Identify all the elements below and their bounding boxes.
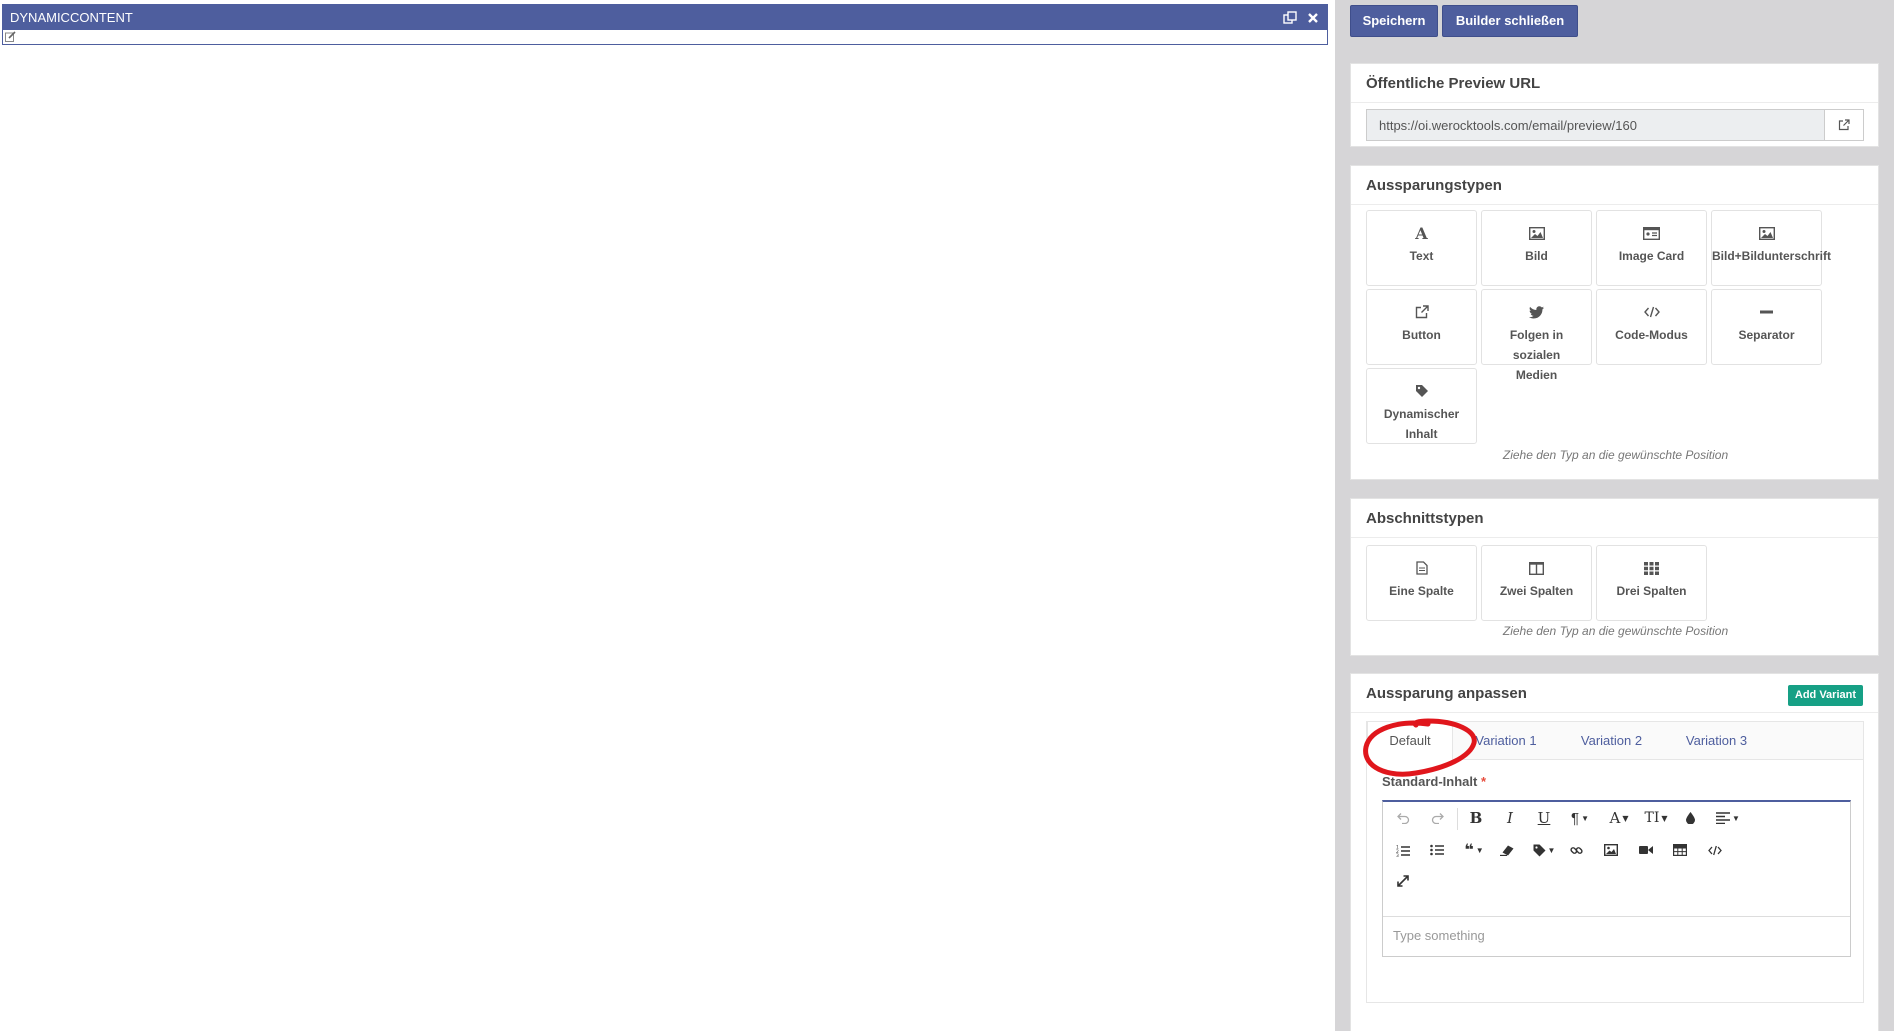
underline-icon[interactable]: U (1529, 803, 1559, 833)
slot-type-code-mode[interactable]: Code-Modus (1596, 289, 1707, 365)
preview-url-panel: Öffentliche Preview URL (1350, 63, 1879, 147)
tile-label: Button (1402, 328, 1441, 342)
tile-label: Bild+Bildunterschrift (1712, 249, 1832, 263)
link-icon[interactable] (1561, 835, 1591, 865)
ordered-list-icon[interactable]: 123 (1388, 835, 1418, 865)
slot-type-image[interactable]: Bild (1481, 210, 1592, 286)
tile-label: Dynamischer Inhalt (1383, 407, 1460, 441)
highlight-drop-icon[interactable] (1675, 803, 1705, 833)
minus-icon (1712, 303, 1821, 321)
tab-bar: Default Variation 1 Variation 2 Variatio… (1367, 722, 1863, 761)
columns-icon (1482, 559, 1591, 577)
text-size-icon[interactable]: TI ▼ (1641, 803, 1671, 833)
dynamic-content-body (3, 30, 1327, 44)
tile-label: Separator (1738, 328, 1795, 342)
drag-hint: Ziehe den Typ an die gewünschte Position (1502, 624, 1729, 638)
panel-title: Abschnittstypen (1351, 499, 1878, 538)
twitter-icon (1482, 303, 1591, 321)
drag-hint: Ziehe den Typ an die gewünschte Position (1502, 448, 1729, 462)
email-canvas: DYNAMICCONTENT (0, 0, 1335, 1031)
undo-icon[interactable] (1388, 803, 1418, 833)
slot-type-separator[interactable]: Separator (1711, 289, 1822, 365)
tag-icon (1367, 382, 1476, 400)
quote-icon[interactable]: ❝ ▼ (1459, 835, 1489, 865)
editor-content[interactable]: Type something (1383, 917, 1850, 956)
section-types-panel: Abschnittstypen Eine Spalte Zwei Spalten… (1350, 498, 1879, 656)
preview-url-input[interactable] (1366, 109, 1825, 141)
code-icon (1597, 303, 1706, 321)
field-label-text: Standard-Inhalt (1382, 774, 1478, 789)
add-variant-button[interactable]: Add Variant (1787, 685, 1863, 706)
panel-title: Öffentliche Preview URL (1351, 64, 1878, 103)
bold-icon[interactable]: B (1461, 803, 1491, 833)
panel-title: Aussparungstypen (1351, 166, 1878, 205)
image-icon[interactable] (1596, 835, 1626, 865)
variant-tabs: Default Variation 1 Variation 2 Variatio… (1366, 721, 1864, 1003)
close-builder-button[interactable]: Builder schließen (1442, 5, 1578, 37)
url-row (1366, 109, 1864, 141)
tile-label: Text (1409, 249, 1434, 263)
file-icon (1367, 559, 1476, 577)
tab-variation-1[interactable]: Variation 1 (1453, 722, 1559, 759)
tile-label: Code-Modus (1615, 328, 1688, 342)
panel-title-text: Aussparung anpassen (1366, 685, 1527, 702)
unordered-list-icon[interactable] (1422, 835, 1452, 865)
close-icon[interactable] (1307, 12, 1319, 24)
align-icon[interactable]: ▼ (1713, 803, 1743, 833)
tile-label: Eine Spalte (1389, 584, 1454, 598)
rich-text-editor: B I U ¶ ▼ A ▼ TI ▼ ▼ 123 ❝ ▼ ▼ Type some… (1382, 800, 1851, 957)
eraser-icon[interactable] (1492, 835, 1522, 865)
slot-type-image-card[interactable]: Image Card (1596, 210, 1707, 286)
slot-types-panel: Aussparungstypen A Text Bild Image Card … (1350, 165, 1879, 480)
image-icon (1712, 224, 1821, 242)
dynamic-content-block[interactable]: DYNAMICCONTENT (2, 4, 1328, 45)
block-title: DYNAMICCONTENT (10, 10, 133, 25)
italic-icon[interactable]: I (1495, 803, 1525, 833)
tab-variation-3[interactable]: Variation 3 (1664, 722, 1769, 759)
tile-label: Folgen in sozialen Medien (1509, 328, 1564, 382)
clone-icon[interactable] (1283, 10, 1297, 25)
panel-title: Aussparung anpassen Add Variant (1351, 674, 1878, 713)
id-card-icon (1597, 224, 1706, 242)
image-icon (1482, 224, 1591, 242)
section-type-three-columns[interactable]: Drei Spalten (1596, 545, 1707, 621)
builder-sidebar: Speichern Builder schließen Öffentliche … (1335, 0, 1894, 1031)
slot-type-image-caption[interactable]: Bild+Bildunterschrift (1711, 210, 1832, 286)
tab-variation-2[interactable]: Variation 2 (1559, 722, 1664, 759)
tile-label: Image Card (1618, 249, 1685, 263)
tile-label: Bild (1525, 249, 1548, 263)
font-icon: A (1415, 223, 1428, 243)
fullscreen-icon[interactable] (1388, 866, 1418, 896)
slot-type-dynamic-content[interactable]: Dynamischer Inhalt (1366, 368, 1477, 444)
required-mark: * (1480, 774, 1487, 789)
code-view-icon[interactable] (1700, 835, 1730, 865)
toolbar-divider (1457, 808, 1458, 830)
external-link-icon[interactable] (1825, 109, 1864, 141)
save-button[interactable]: Speichern (1350, 5, 1438, 37)
slot-type-text[interactable]: A Text (1366, 210, 1477, 286)
dynamic-content-header: DYNAMICCONTENT (3, 5, 1327, 30)
slot-type-social-follow[interactable]: Folgen in sozialen Medien (1481, 289, 1592, 382)
field-label: Standard-Inhalt * (1382, 774, 1486, 789)
external-link-icon (1367, 303, 1476, 321)
section-type-two-columns[interactable]: Zwei Spalten (1481, 545, 1592, 621)
table-icon[interactable] (1665, 835, 1695, 865)
video-icon[interactable] (1631, 835, 1661, 865)
svg-text:3: 3 (1396, 853, 1399, 857)
section-type-one-column[interactable]: Eine Spalte (1366, 545, 1477, 621)
tile-label: Zwei Spalten (1499, 584, 1574, 598)
tab-default[interactable]: Default (1367, 722, 1453, 761)
slot-type-button[interactable]: Button (1366, 289, 1477, 365)
redo-icon[interactable] (1422, 803, 1452, 833)
editor-toolbar: B I U ¶ ▼ A ▼ TI ▼ ▼ 123 ❝ ▼ ▼ (1383, 802, 1850, 917)
paragraph-icon[interactable]: ¶ ▼ (1565, 803, 1595, 833)
grid-icon (1597, 559, 1706, 577)
customize-slot-panel: Aussparung anpassen Add Variant Default … (1350, 673, 1879, 1031)
tile-label: Drei Spalten (1616, 584, 1687, 598)
tag-icon[interactable]: ▼ (1529, 835, 1559, 865)
font-color-icon[interactable]: A ▼ (1604, 803, 1634, 833)
